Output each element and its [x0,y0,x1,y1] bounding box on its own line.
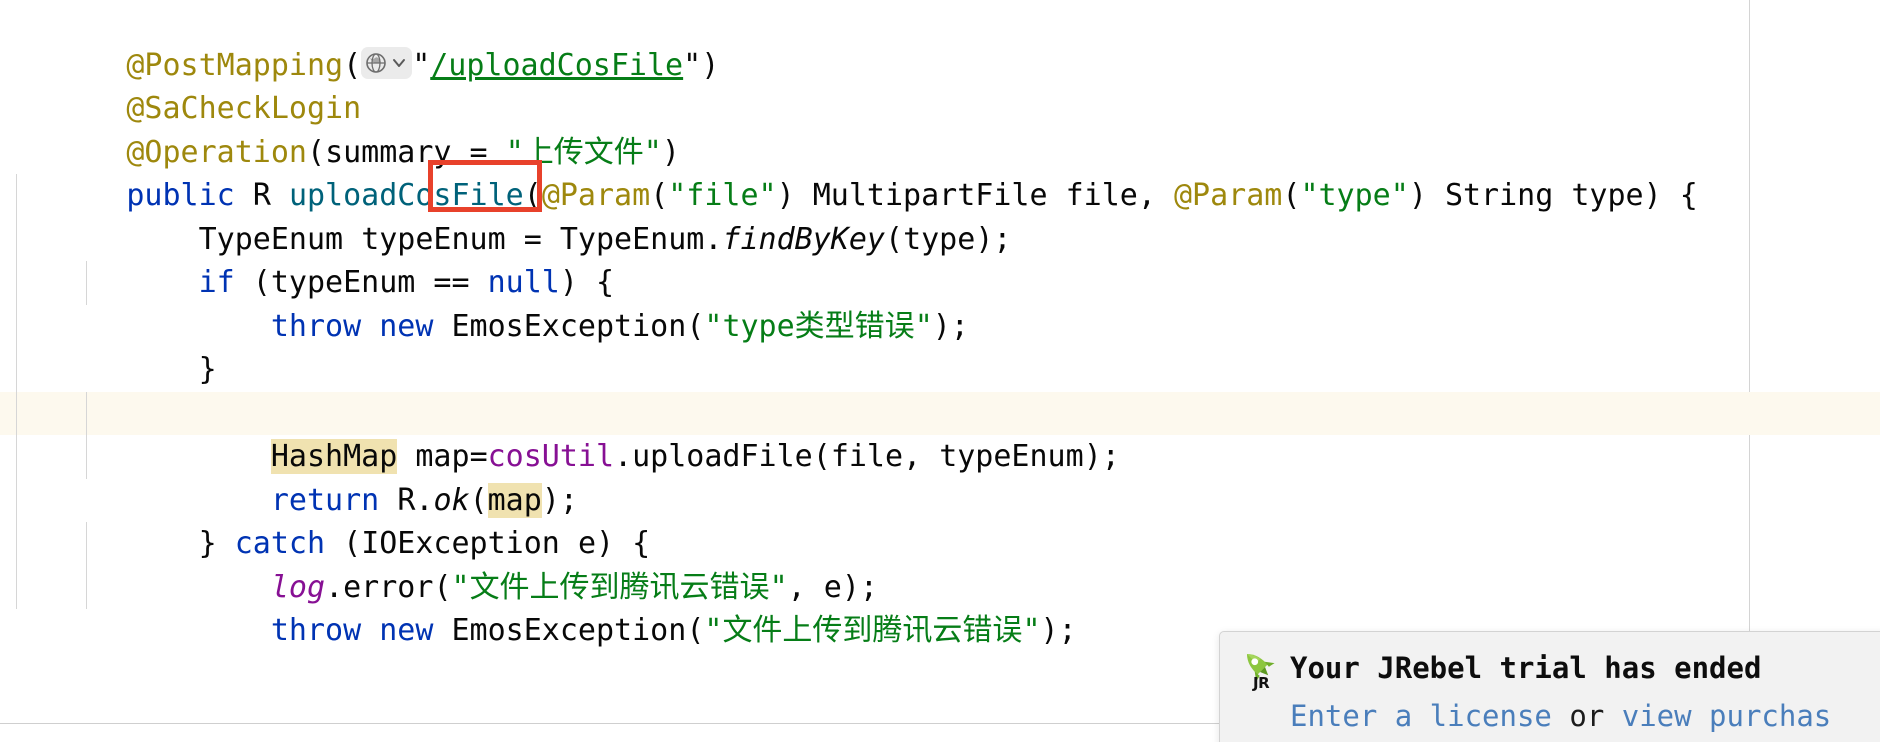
indent-guide [86,435,87,479]
code-line-2[interactable]: @SaCheckLogin [0,44,1880,126]
indent-guide [86,565,87,609]
indent-guide [16,391,17,435]
code-line-3[interactable]: @Operation(summary = "上传文件") [0,87,1880,170]
code-line-4[interactable]: public R uploadCosFile(@Param("file") Mu… [0,131,1880,213]
keyword-new-2: new [379,613,434,648]
indent-guide [16,348,17,392]
jrebel-notification-popup[interactable]: JR Your JRebel trial has ended Enter a l… [1219,631,1880,742]
indent-guide [16,304,17,348]
jrebel-title: Your JRebel trial has ended [1290,651,1762,685]
jrebel-rocket-icon: JR [1238,648,1280,692]
jrebel-header-row: JR Your JRebel trial has ended [1238,648,1880,692]
code-line-8[interactable]: } [0,304,1880,387]
jrebel-icon-label: JR [1253,674,1270,692]
view-purchase-link[interactable]: view purchas [1622,699,1832,733]
indent-guide [16,174,17,218]
code-line-6[interactable]: if (typeEnum == null) { [0,217,1880,300]
indent-guide [16,478,17,522]
indent-guide [16,522,17,566]
jrebel-body-or: or [1551,699,1622,733]
jrebel-body: Enter a license or view purchas [1238,694,1880,738]
code-editor[interactable]: @PostMapping("/uploadCosFile") @SaCheckL… [0,0,1880,742]
code-line-9[interactable]: try { [0,348,1880,431]
code-line-7[interactable]: throw new EmosException("type类型错误"); [0,261,1880,344]
code-line-13[interactable]: log.error("文件上传到腾讯云错误", e); [0,522,1880,605]
exception-class-2: EmosException [451,613,687,648]
keyword-throw-2: throw [270,613,362,648]
code-line-1[interactable]: @PostMapping("/uploadCosFile") [0,0,1880,83]
indent-guide [86,391,87,435]
code-line-12[interactable]: } catch (IOException e) { [0,478,1880,561]
code-area[interactable]: @PostMapping("/uploadCosFile") @SaCheckL… [0,0,1880,648]
code-line-14[interactable]: throw new EmosException("文件上传到腾讯云错误"); [0,565,1880,648]
indent-guide [16,565,17,609]
indent-guide [86,522,87,566]
code-line-5[interactable]: TypeEnum typeEnum = TypeEnum.findByKey(t… [0,174,1880,257]
code-line-10[interactable]: HashMap map=cosUtil.uploadFile(file, typ… [0,391,1880,474]
indent-guide [16,435,17,479]
indent-guide [16,261,17,305]
indent-guide [16,217,17,261]
cos-error-message-2: 文件上传到腾讯云错误 [722,613,1023,648]
enter-license-link[interactable]: Enter a license [1290,699,1552,733]
editor-bottom-rule [0,723,1235,724]
indent-guide [86,261,87,305]
code-line-11[interactable]: return R.ok(map); [0,435,1880,518]
